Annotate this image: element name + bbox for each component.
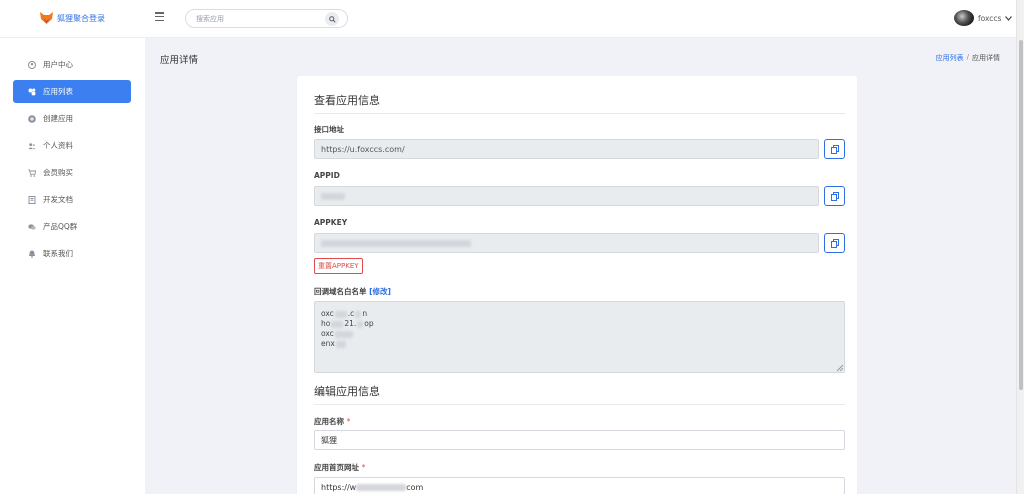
chevron-down-icon [1005, 14, 1013, 23]
required-mark: * [346, 417, 351, 426]
appid-field[interactable] [314, 186, 819, 206]
app-name-input[interactable]: 狐狸 [314, 430, 845, 450]
appid-redacted [321, 192, 345, 200]
whitelist-label-text: 回调域名白名单 [314, 287, 367, 296]
sidebar-item-create-app[interactable]: 创建应用 [13, 107, 131, 130]
user-menu[interactable]: foxccs [954, 10, 1013, 26]
plus-circle-icon [28, 114, 36, 123]
sidebar-item-contact[interactable]: 联系我们 [13, 242, 131, 265]
sidebar-item-label: 用户中心 [43, 60, 73, 69]
users-icon [28, 142, 36, 150]
sidebar-item-app-list[interactable]: 应用列表 [13, 80, 131, 103]
breadcrumb: 应用列表 / 应用详情 [936, 53, 1000, 63]
copy-icon [830, 144, 839, 154]
api-url-value: https://u.foxccs.com/ [321, 144, 405, 154]
book-icon [28, 195, 36, 204]
page-title: 应用详情 [160, 55, 199, 66]
whitelist-line: enx [321, 339, 838, 349]
brand-name: 狐狸聚合登录 [57, 13, 105, 23]
whitelist-modify-link[interactable]: [修改] [369, 287, 391, 296]
breadcrumb-link-app-list[interactable]: 应用列表 [936, 53, 964, 63]
user-name: foxccs [978, 13, 1002, 23]
scrollbar-thumb[interactable] [1019, 40, 1023, 390]
sidebar-item-qq-group[interactable]: 产品QQ群 [13, 215, 131, 238]
sidebar-item-label: 应用列表 [43, 87, 73, 96]
whitelist-line: oxc [321, 329, 838, 339]
cart-icon [28, 168, 36, 177]
sidebar-item-label: 创建应用 [43, 114, 73, 123]
appkey-redacted [321, 239, 471, 247]
sidebar-item-label: 开发文档 [43, 195, 73, 204]
whitelist-line: oxc .c n [321, 309, 368, 318]
copy-api-button[interactable] [824, 139, 845, 159]
chat-icon [28, 223, 36, 231]
brand[interactable]: 狐狸聚合登录 [40, 12, 105, 24]
search-icon[interactable] [325, 12, 339, 26]
search-input[interactable] [196, 13, 316, 25]
homepage-label: 应用首页网址 * [314, 463, 366, 472]
whitelist-line: ho 21. op [321, 319, 374, 328]
menu-toggle-icon[interactable] [155, 12, 164, 21]
whitelist-label: 回调域名白名单 [修改] [314, 286, 391, 297]
page-scrollbar[interactable] [1016, 0, 1024, 494]
whitelist-textarea[interactable]: oxc .c n ho 21. op oxc enx [314, 301, 845, 373]
divider [314, 404, 845, 405]
app-detail-card: 查看应用信息 接口地址 https://u.foxccs.com/ APPID … [297, 76, 857, 494]
app-name-label: 应用名称 * [314, 417, 351, 426]
reset-appkey-button[interactable]: 重置APPKEY [314, 258, 363, 274]
app-name-value: 狐狸 [321, 435, 337, 445]
sidebar-item-label: 会员购买 [43, 168, 73, 177]
avatar [954, 10, 974, 26]
homepage-value: https://w [321, 482, 357, 492]
view-section-title: 查看应用信息 [314, 94, 380, 107]
homepage-input[interactable]: https://w com [314, 477, 845, 494]
sidebar-item-profile[interactable]: 个人资料 [13, 134, 131, 157]
copy-icon [830, 238, 839, 248]
resize-handle-icon[interactable] [837, 365, 843, 371]
top-bar: 狐狸聚合登录 foxccs [0, 0, 1016, 38]
fox-logo-icon [40, 12, 53, 24]
copy-appkey-button[interactable] [824, 233, 845, 253]
divider [314, 113, 845, 114]
sidebar-item-label: 产品QQ群 [43, 222, 78, 231]
required-mark: * [361, 463, 366, 472]
user-circle-icon [28, 60, 36, 69]
homepage-redacted [356, 483, 407, 491]
homepage-value-tail: com [406, 482, 424, 492]
sidebar-item-membership[interactable]: 会员购买 [13, 161, 131, 184]
bell-icon [28, 250, 36, 258]
edit-section-title: 编辑应用信息 [314, 385, 380, 398]
copy-icon [830, 191, 839, 201]
sidebar-item-user-center[interactable]: 用户中心 [13, 53, 131, 76]
copy-appid-button[interactable] [824, 186, 845, 206]
search-box [185, 9, 348, 28]
sidebar-item-label: 个人资料 [43, 141, 73, 150]
breadcrumb-current: 应用详情 [972, 54, 1000, 62]
appkey-label: APPKEY [314, 218, 348, 227]
sidebar-item-docs[interactable]: 开发文档 [13, 188, 131, 211]
sidebar-item-label: 联系我们 [43, 249, 73, 258]
appid-label: APPID [314, 171, 340, 180]
apps-icon [28, 88, 36, 96]
api-label: 接口地址 [314, 125, 344, 134]
breadcrumb-separator: / [966, 53, 969, 61]
appkey-field[interactable] [314, 233, 819, 253]
sidebar: 用户中心 应用列表 创建应用 个人资料 会员购买 开发文档 产品QQ群 联系我们 [0, 38, 145, 494]
api-url-field[interactable]: https://u.foxccs.com/ [314, 139, 819, 159]
